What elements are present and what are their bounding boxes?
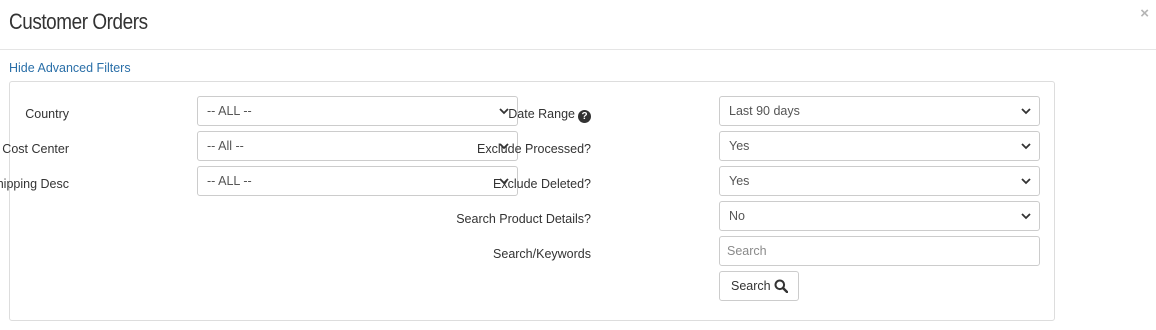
search-keywords-input[interactable]: Search xyxy=(719,236,1040,266)
exclude-processed-select-value: Yes xyxy=(729,139,750,153)
country-select[interactable]: -- ALL -- xyxy=(197,96,518,126)
close-icon[interactable]: × xyxy=(1140,6,1149,21)
chevron-down-icon xyxy=(1021,108,1031,115)
shipping-desc-select-value: -- ALL -- xyxy=(207,174,252,188)
date-range-label: Date Range? xyxy=(508,106,591,123)
customer-orders-modal: Customer Orders × Hide Advanced Filters … xyxy=(0,0,1156,330)
search-button[interactable]: Search xyxy=(719,271,799,301)
exclude-deleted-select-value: Yes xyxy=(729,174,750,188)
search-keywords-placeholder: Search xyxy=(727,244,767,258)
search-product-details-select-value: No xyxy=(729,209,745,223)
question-circle-icon[interactable]: ? xyxy=(578,110,591,123)
date-range-select[interactable]: Last 90 days xyxy=(719,96,1040,126)
shipping-desc-label: Shipping Desc xyxy=(0,177,69,191)
search-product-details-label: Search Product Details? xyxy=(456,212,591,226)
country-select-value: -- ALL -- xyxy=(207,104,252,118)
hide-advanced-filters-link[interactable]: Hide Advanced Filters xyxy=(9,61,131,75)
magnifier-icon xyxy=(774,279,788,293)
cost-center-label: Cost Center xyxy=(2,142,69,156)
exclude-processed-select[interactable]: Yes xyxy=(719,131,1040,161)
cost-center-select[interactable]: -- All -- xyxy=(197,131,518,161)
advanced-filters-panel: Country -- ALL -- Cost Center -- All -- … xyxy=(0,81,1055,321)
exclude-deleted-label: Exclude Deleted? xyxy=(493,177,591,191)
search-product-details-select[interactable]: No xyxy=(719,201,1040,231)
exclude-processed-label: Exclude Processed? xyxy=(477,142,591,156)
chevron-down-icon xyxy=(1021,178,1031,185)
exclude-deleted-select[interactable]: Yes xyxy=(719,166,1040,196)
modal-title: Customer Orders xyxy=(9,9,148,34)
modal-header: Customer Orders × xyxy=(0,0,1156,50)
chevron-down-icon xyxy=(1021,143,1031,150)
country-label: Country xyxy=(25,107,69,121)
cost-center-select-value: -- All -- xyxy=(207,139,244,153)
search-keywords-label: Search/Keywords xyxy=(493,247,591,261)
search-button-label: Search xyxy=(731,279,771,293)
shipping-desc-select[interactable]: -- ALL -- xyxy=(197,166,518,196)
chevron-down-icon xyxy=(1021,213,1031,220)
date-range-select-value: Last 90 days xyxy=(729,104,800,118)
date-range-label-text: Date Range xyxy=(508,107,575,121)
